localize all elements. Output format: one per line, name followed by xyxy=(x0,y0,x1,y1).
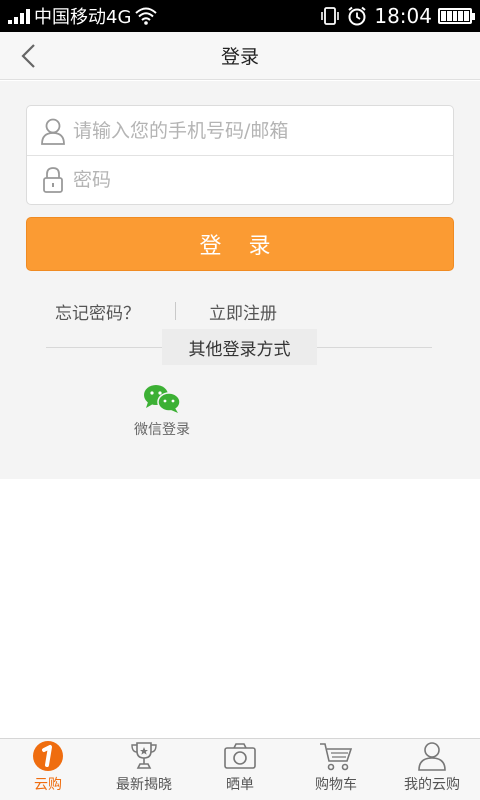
alarm-icon xyxy=(348,6,366,26)
bottom-nav: 云购 最新揭晓 晒单 购物车 我的云购 xyxy=(0,738,480,800)
camera-icon xyxy=(222,740,258,772)
nav-yungou[interactable]: 云购 xyxy=(0,739,96,800)
login-form xyxy=(26,105,454,205)
nav-label: 晒单 xyxy=(226,777,254,793)
battery-icon xyxy=(438,8,475,24)
lock-icon xyxy=(39,166,67,194)
nav-my-yungou[interactable]: 我的云购 xyxy=(384,739,480,800)
login-button[interactable]: 登 录 xyxy=(26,217,454,271)
account-input[interactable] xyxy=(73,119,433,142)
nav-label: 云购 xyxy=(34,777,62,793)
yungou-logo-icon xyxy=(30,740,66,772)
title-bar: 登录 xyxy=(0,32,480,80)
auth-links: 忘记密码？ 立即注册 xyxy=(0,295,480,325)
nav-cart[interactable]: 购物车 xyxy=(288,739,384,800)
nav-share[interactable]: 晒单 xyxy=(192,739,288,800)
user-icon xyxy=(39,117,67,145)
chevron-left-icon xyxy=(21,44,35,68)
wechat-login-button[interactable]: 微信登录 xyxy=(126,383,198,439)
page-title: 登录 xyxy=(220,46,259,68)
password-input[interactable] xyxy=(73,169,433,191)
other-login-title: 其他登录方式 xyxy=(162,329,317,365)
account-row xyxy=(27,106,453,155)
nav-label: 购物车 xyxy=(315,777,357,793)
signal-strength-icon xyxy=(8,8,30,24)
nav-label: 我的云购 xyxy=(404,777,460,793)
wifi-icon xyxy=(135,7,158,25)
nav-label: 最新揭晓 xyxy=(116,777,172,793)
nav-latest[interactable]: 最新揭晓 xyxy=(96,739,192,800)
carrier-name: 中国移动4G xyxy=(34,7,132,28)
vibrate-icon xyxy=(321,7,340,25)
forgot-password-link[interactable]: 忘记密码？ xyxy=(55,299,140,324)
wechat-icon xyxy=(144,385,181,413)
user-icon xyxy=(414,740,450,772)
link-divider xyxy=(175,302,176,320)
clock: 18:04 xyxy=(374,4,432,28)
status-bar: 中国移动4G 18:04 xyxy=(0,0,480,32)
wechat-login-label: 微信登录 xyxy=(134,422,190,438)
login-panel: 登 录 忘记密码？ 立即注册 其他登录方式 微信登录 xyxy=(0,81,480,479)
back-button[interactable] xyxy=(8,36,48,76)
register-link[interactable]: 立即注册 xyxy=(209,299,277,324)
cart-icon xyxy=(318,740,354,772)
password-row xyxy=(27,155,453,204)
trophy-icon xyxy=(126,740,162,772)
